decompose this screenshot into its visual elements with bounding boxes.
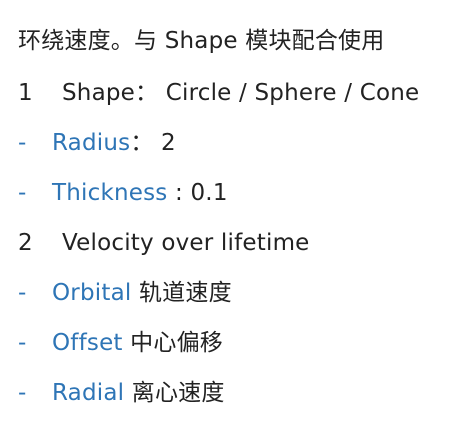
item-content: Offset 中心偏移: [52, 328, 223, 358]
item-key: Orbital: [52, 280, 132, 306]
item-value: 轨道速度: [138, 280, 232, 306]
bullet-dash: -: [18, 330, 27, 356]
item-separator: [131, 280, 139, 306]
item-content: Thickness : 0.1: [52, 178, 228, 208]
item-key: Offset: [52, 330, 123, 356]
bullet-dash: -: [18, 130, 27, 156]
item-separator: :: [167, 180, 191, 206]
item-key: Radial: [52, 380, 125, 406]
item-value: 0.1: [190, 180, 228, 206]
bullet-dash: -: [18, 380, 27, 406]
item-text: Shape： Circle / Sphere / Cone: [62, 80, 420, 106]
item-key: Thickness: [52, 180, 168, 206]
bullet-dash: -: [18, 280, 27, 306]
item-separator: [124, 380, 132, 406]
item-content: Orbital 轨道速度: [52, 278, 232, 308]
item-content: Radial 离心速度: [52, 378, 225, 408]
item-key: Radius: [52, 130, 131, 156]
item-value: 中心偏移: [130, 330, 223, 356]
item-value: 离心速度: [131, 380, 225, 406]
bullet-dash: -: [18, 180, 27, 206]
heading: 环绕速度。与 Shape 模块配合使用: [18, 28, 385, 54]
item-value: 2: [161, 130, 176, 156]
item-content: Radius： 2: [52, 128, 176, 158]
item-number: 1: [18, 80, 33, 106]
item-text: Velocity over lifetime: [62, 230, 310, 256]
item-separator: ：: [130, 130, 162, 156]
item-number: 2: [18, 230, 33, 256]
